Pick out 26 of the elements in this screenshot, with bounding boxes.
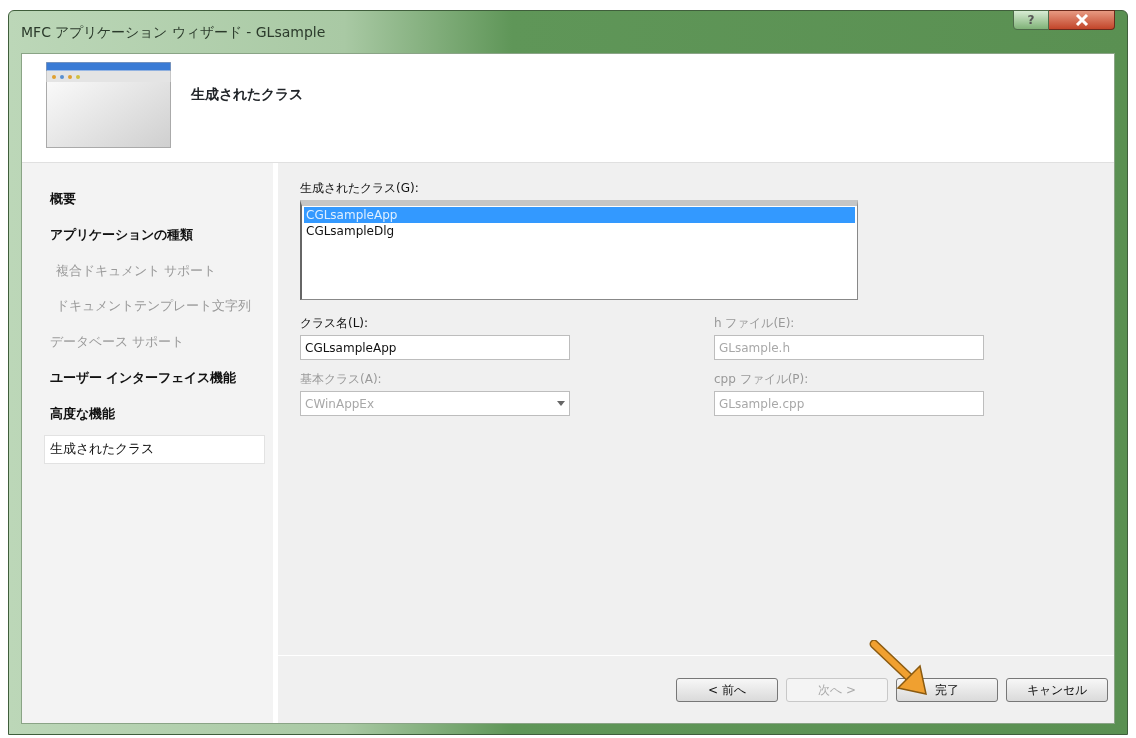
arrow-icon	[868, 640, 930, 698]
field-label: クラス名(L):	[300, 315, 370, 332]
field-label: 基本クラス(A):	[300, 371, 383, 388]
sidebar-item[interactable]: ユーザー インターフェイス機能	[44, 363, 265, 393]
sidebar-item[interactable]: 高度な機能	[44, 399, 265, 429]
close-icon	[1074, 14, 1089, 26]
field-label: 生成されたクラス(G):	[300, 180, 420, 197]
help-button[interactable]: ?	[1013, 10, 1049, 30]
input-field: GLsample.h	[714, 335, 984, 360]
window-preview-icon	[46, 62, 171, 148]
input-field[interactable]: CGLsampleApp	[300, 335, 570, 360]
wizard-button[interactable]: キャンセル	[1006, 677, 1108, 702]
list-item[interactable]: CGLsampleDlg	[304, 223, 855, 239]
close-button[interactable]	[1049, 10, 1115, 30]
class-list[interactable]: CGLsampleApp CGLsampleDlg	[300, 200, 858, 300]
field-label: h ファイル(E):	[714, 315, 796, 332]
input-field: GLsample.cpp	[714, 391, 984, 416]
sidebar-item[interactable]: 概要	[44, 185, 265, 214]
field-label: cpp ファイル(P):	[714, 371, 810, 388]
wizard-button[interactable]: < 前へ	[676, 677, 778, 702]
page-title: 生成されたクラス	[191, 85, 303, 104]
sidebar-item[interactable]: アプリケーションの種類	[44, 220, 265, 250]
caret-icon	[557, 401, 565, 406]
window-title: MFC アプリケーション ウィザード - GLsample	[21, 22, 326, 42]
sidebar-item[interactable]: 生成されたクラス	[44, 435, 265, 464]
dropdown-field: CWinAppEx	[300, 391, 570, 416]
